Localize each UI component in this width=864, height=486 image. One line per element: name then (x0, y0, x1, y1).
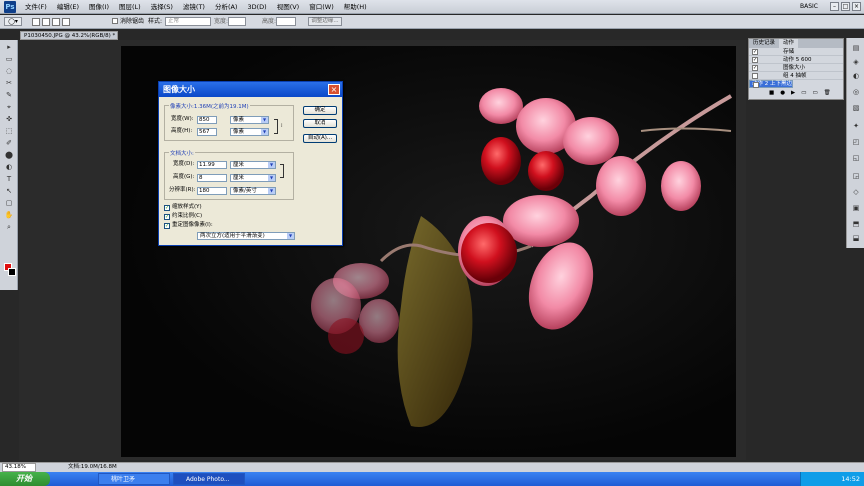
record-icon[interactable]: ● (780, 90, 785, 96)
panel-icon[interactable]: ✦ (851, 122, 861, 131)
action-row[interactable]: ✓ 存储 (749, 48, 843, 56)
document-size-label: 文档大小: (169, 149, 195, 157)
actions-toolbar: ■ ● ▶ ▭ ▭ 🗑 (769, 90, 831, 96)
dialog-title: 图像大小 (159, 82, 342, 97)
panel-icon-strip: ▤ ◈ ◐ ◎ ▧ ✦ ◰ ◱ ◲ ◇ ▣ ⬒ ⬓ (846, 38, 864, 248)
panel-icon[interactable]: ▣ (851, 204, 861, 213)
action-toggle-checkbox[interactable]: ✓ (753, 82, 759, 88)
doc-height-unit: 厘米 (233, 175, 245, 181)
chevron-down-icon: ▼ (287, 233, 294, 239)
doc-width-unit: 厘米 (233, 162, 245, 168)
document-size-info: 文档:19.0M/16.8M (68, 464, 117, 470)
system-tray: 14:52 (800, 472, 864, 486)
actions-panel: 历史记录 动作 ✓ 存储 ✓ 动作 5 600 ✓ 图像大小 组 4 抽帧 ✓ 动作 2… (748, 38, 844, 100)
auto-button[interactable]: 自动(A)... (303, 134, 337, 143)
panel-icon[interactable]: ◲ (851, 172, 861, 181)
taskbar-item-active[interactable]: Adobe Photo... (173, 473, 245, 485)
chain-link-icon: ⁞ (281, 123, 283, 129)
resample-label: 重定图像像素(I): (172, 222, 213, 228)
action-toggle-checkbox[interactable] (752, 73, 758, 79)
cancel-button[interactable]: 取消 (303, 119, 337, 128)
clock: 14:52 (841, 475, 860, 483)
action-label: 图像大小 (783, 65, 806, 71)
pixel-dimensions-label: 像素大小:1.36M(之前为19.1M) (169, 102, 250, 110)
pixel-width-input[interactable]: 850 (197, 116, 217, 124)
action-toggle-checkbox[interactable]: ✓ (752, 49, 758, 55)
chevron-down-icon: ▼ (268, 188, 275, 194)
height-label: 高度(H): (171, 128, 193, 134)
trash-icon[interactable]: 🗑 (824, 90, 831, 96)
doc-width-label: 宽度(D): (173, 161, 195, 167)
chevron-down-icon: ▼ (268, 175, 275, 181)
new-action-icon[interactable]: ▭ (812, 90, 817, 96)
panel-icon[interactable]: ◱ (851, 154, 861, 163)
panel-icon[interactable]: ◐ (851, 72, 861, 81)
scale-styles-checkbox[interactable]: ✓ (164, 205, 170, 211)
start-label: 开始 (16, 474, 32, 483)
status-bar: 43.18% 文档:19.0M/16.8M (0, 462, 864, 472)
tab-history[interactable]: 历史记录 (749, 39, 779, 48)
dialog-close-button[interactable]: × (328, 84, 340, 95)
doc-width-unit-select[interactable]: 厘米 ▼ (230, 161, 276, 169)
pixel-width-unit: 像素 (233, 117, 245, 123)
windows-taskbar: 开始 桃叶卫矛 Adobe Photo... 14:52 (0, 472, 864, 486)
pixel-height-unit-select[interactable]: 像素 ▼ (230, 128, 269, 136)
doc-height-input[interactable]: 8 (197, 174, 227, 182)
play-icon[interactable]: ▶ (791, 90, 795, 96)
pixel-height-input[interactable]: 567 (197, 128, 217, 136)
start-button[interactable]: 开始 (0, 472, 50, 486)
action-label: 存储 (783, 49, 795, 55)
panel-icon[interactable]: ⬒ (851, 220, 861, 229)
width-label: 宽度(W): (171, 116, 194, 122)
panel-icon[interactable]: ⬓ (851, 234, 861, 243)
panel-icon[interactable]: ◎ (851, 88, 861, 97)
new-set-icon[interactable]: ▭ (801, 90, 806, 96)
chevron-down-icon: ▼ (261, 117, 268, 123)
action-row[interactable]: ✓ 动作 5 600 (749, 56, 843, 64)
doc-height-unit-select[interactable]: 厘米 ▼ (230, 174, 276, 182)
constrain-proportions-checkbox[interactable]: ✓ (164, 214, 170, 220)
doc-link-bracket-icon (280, 164, 284, 178)
resolution-label: 分辨率(R): (169, 187, 196, 193)
constrain-proportions-label: 约束比例(C) (172, 213, 203, 219)
resolution-unit: 像素/英寸 (233, 188, 257, 194)
panel-icon[interactable]: ▤ (851, 44, 861, 53)
chevron-down-icon: ▼ (261, 129, 268, 135)
ok-button[interactable]: 确定 (303, 106, 337, 115)
panel-icon[interactable]: ▧ (851, 104, 861, 113)
doc-width-input[interactable]: 11.99 (197, 161, 227, 169)
action-row-selected[interactable]: ✓ 动作 2 上下黑边 (749, 80, 793, 88)
panel-icon[interactable]: ◇ (851, 188, 861, 197)
pixel-width-unit-select[interactable]: 像素 ▼ (230, 116, 269, 124)
stop-icon[interactable]: ■ (769, 90, 774, 96)
action-label: 组 4 抽帧 (783, 73, 807, 79)
panel-tabs: 历史记录 动作 (749, 39, 843, 48)
resolution-input[interactable]: 180 (197, 187, 227, 195)
pixel-height-unit: 像素 (233, 129, 245, 135)
action-row[interactable]: ✓ 图像大小 (749, 64, 843, 72)
resolution-unit-select[interactable]: 像素/英寸 ▼ (230, 187, 276, 195)
scale-styles-label: 缩放样式(Y) (172, 204, 202, 210)
resample-checkbox[interactable]: ✓ (164, 223, 170, 229)
taskbar-item[interactable]: 桃叶卫矛 (98, 473, 170, 485)
zoom-level-input[interactable]: 43.18% (2, 463, 36, 472)
resample-method-select[interactable]: 两次立方(适用于平滑渐变) ▼ (197, 232, 295, 240)
tab-actions[interactable]: 动作 (779, 39, 799, 48)
image-size-dialog: 图像大小 × 像素大小:1.36M(之前为19.1M) 宽度(W): 850 像… (158, 81, 343, 246)
doc-height-label: 高度(G): (173, 174, 195, 180)
resample-method-value: 两次立方(适用于平滑渐变) (200, 233, 265, 239)
action-toggle-checkbox[interactable]: ✓ (752, 65, 758, 71)
link-bracket-icon (274, 119, 278, 134)
chevron-down-icon: ▼ (268, 162, 275, 168)
action-set-row[interactable]: 组 4 抽帧 (749, 72, 843, 80)
panel-icon[interactable]: ◈ (851, 58, 861, 67)
action-toggle-checkbox[interactable]: ✓ (752, 57, 758, 63)
annotation-overlay (160, 109, 212, 229)
action-label: 动作 5 600 (783, 57, 812, 63)
panel-icon[interactable]: ◰ (851, 138, 861, 147)
